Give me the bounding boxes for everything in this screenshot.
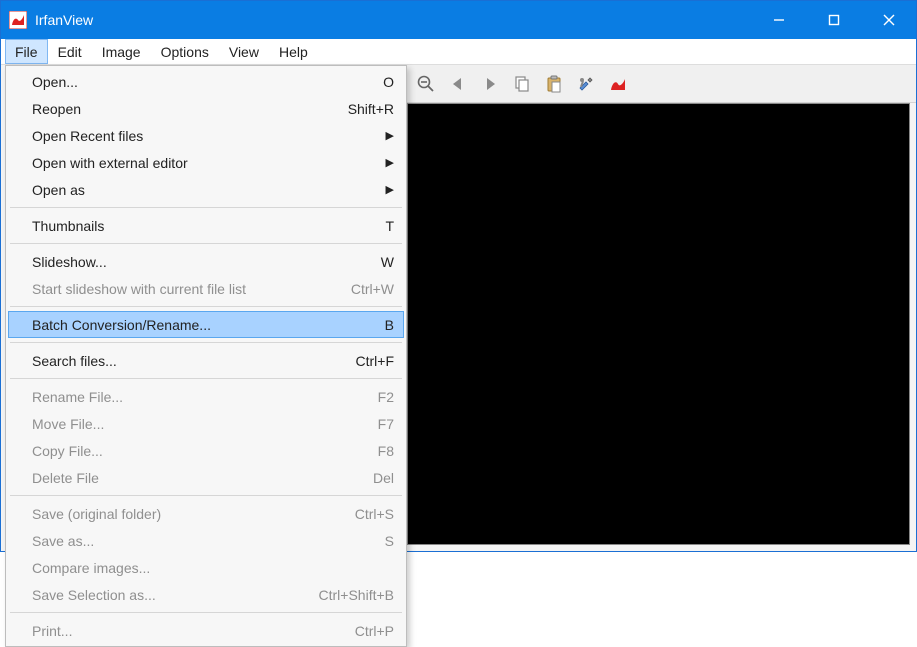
chevron-right-icon: ▶: [386, 156, 394, 169]
prev-button[interactable]: [445, 71, 471, 97]
menuitem-delete-file: Delete FileDel: [8, 464, 404, 491]
menu-edit[interactable]: Edit: [48, 39, 92, 64]
file-menu-dropdown: Open...OReopenShift+ROpen Recent files▶O…: [5, 65, 407, 647]
menuitem-shortcut: Shift+R: [348, 101, 394, 117]
zoom-out-button[interactable]: [413, 71, 439, 97]
menuitem-label: Open with external editor: [32, 155, 394, 171]
menuitem-shortcut: Ctrl+S: [355, 506, 394, 522]
menuitem-shortcut: Del: [373, 470, 394, 486]
menuitem-thumbnails[interactable]: ThumbnailsT: [8, 212, 404, 239]
menuitem-search-files[interactable]: Search files...Ctrl+F: [8, 347, 404, 374]
copy-button[interactable]: [509, 71, 535, 97]
menuitem-shortcut: F7: [378, 416, 394, 432]
menuitem-label: Search files...: [32, 353, 356, 369]
maximize-button[interactable]: [806, 1, 861, 39]
menuitem-open[interactable]: Open...O: [8, 68, 404, 95]
menuitem-shortcut: B: [385, 317, 394, 333]
menuitem-open-recent-files[interactable]: Open Recent files▶: [8, 122, 404, 149]
menuitem-label: Print...: [32, 623, 355, 639]
next-button[interactable]: [477, 71, 503, 97]
menuitem-label: Slideshow...: [32, 254, 381, 270]
app-icon: [9, 11, 27, 29]
menuitem-label: Copy File...: [32, 443, 378, 459]
menuitem-label: Save as...: [32, 533, 385, 549]
image-viewer[interactable]: [407, 103, 910, 545]
menu-image[interactable]: Image: [92, 39, 151, 64]
menuitem-label: Thumbnails: [32, 218, 385, 234]
menuitem-shortcut: W: [381, 254, 394, 270]
menuitem-label: Save Selection as...: [32, 587, 319, 603]
menuitem-shortcut: Ctrl+F: [356, 353, 395, 369]
menuitem-shortcut: Ctrl+Shift+B: [319, 587, 394, 603]
menu-separator: [10, 612, 402, 613]
menu-separator: [10, 342, 402, 343]
titlebar: IrfanView: [1, 1, 916, 39]
menuitem-reopen[interactable]: ReopenShift+R: [8, 95, 404, 122]
menu-separator: [10, 495, 402, 496]
menuitem-label: Rename File...: [32, 389, 378, 405]
menuitem-batch-conversion-rename[interactable]: Batch Conversion/Rename...B: [8, 311, 404, 338]
close-button[interactable]: [861, 1, 916, 39]
menu-help[interactable]: Help: [269, 39, 318, 64]
workspace: Open...OReopenShift+ROpen Recent files▶O…: [1, 65, 916, 551]
toolbar: [407, 65, 916, 103]
menu-file[interactable]: File: [5, 39, 48, 64]
menuitem-label: Compare images...: [32, 560, 394, 576]
menuitem-save-as: Save as...S: [8, 527, 404, 554]
app-title: IrfanView: [35, 12, 751, 28]
menuitem-start-slideshow-with-current-file-list: Start slideshow with current file listCt…: [8, 275, 404, 302]
menu-view[interactable]: View: [219, 39, 269, 64]
menuitem-label: Move File...: [32, 416, 378, 432]
minimize-button[interactable]: [751, 1, 806, 39]
menuitem-open-as[interactable]: Open as▶: [8, 176, 404, 203]
menuitem-shortcut: Ctrl+W: [351, 281, 394, 297]
menuitem-move-file: Move File...F7: [8, 410, 404, 437]
menuitem-save-original-folder: Save (original folder)Ctrl+S: [8, 500, 404, 527]
menubar: FileEditImageOptionsViewHelp: [1, 39, 916, 65]
window-controls: [751, 1, 916, 39]
menuitem-label: Batch Conversion/Rename...: [32, 317, 385, 333]
menuitem-copy-file: Copy File...F8: [8, 437, 404, 464]
app-window: IrfanView FileEditImageOptionsViewHelp O…: [0, 0, 917, 552]
menuitem-label: Save (original folder): [32, 506, 355, 522]
menuitem-label: Delete File: [32, 470, 373, 486]
menu-separator: [10, 207, 402, 208]
chevron-right-icon: ▶: [386, 129, 394, 142]
menuitem-print: Print...Ctrl+P: [8, 617, 404, 644]
menuitem-label: Reopen: [32, 101, 348, 117]
paste-button[interactable]: [541, 71, 567, 97]
mascot-icon[interactable]: [605, 71, 631, 97]
menu-separator: [10, 243, 402, 244]
menuitem-label: Open...: [32, 74, 383, 90]
chevron-right-icon: ▶: [386, 183, 394, 196]
menu-options[interactable]: Options: [151, 39, 219, 64]
menuitem-save-selection-as: Save Selection as...Ctrl+Shift+B: [8, 581, 404, 608]
menuitem-label: Open Recent files: [32, 128, 394, 144]
menuitem-shortcut: F2: [378, 389, 394, 405]
menu-separator: [10, 378, 402, 379]
menuitem-shortcut: S: [385, 533, 394, 549]
menu-separator: [10, 306, 402, 307]
settings-button[interactable]: [573, 71, 599, 97]
menuitem-rename-file: Rename File...F2: [8, 383, 404, 410]
menuitem-label: Open as: [32, 182, 394, 198]
menuitem-shortcut: T: [385, 218, 394, 234]
menuitem-slideshow[interactable]: Slideshow...W: [8, 248, 404, 275]
menuitem-compare-images: Compare images...: [8, 554, 404, 581]
menuitem-open-with-external-editor[interactable]: Open with external editor▶: [8, 149, 404, 176]
menuitem-label: Start slideshow with current file list: [32, 281, 351, 297]
menuitem-shortcut: O: [383, 74, 394, 90]
menuitem-shortcut: Ctrl+P: [355, 623, 394, 639]
menuitem-shortcut: F8: [378, 443, 394, 459]
